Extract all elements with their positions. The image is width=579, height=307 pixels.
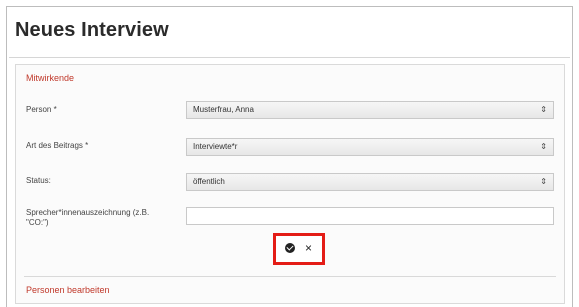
person-label: Person * bbox=[26, 105, 57, 114]
speaker-tag-label: Sprecher*innenauszeichnung (z.B. "CO:") bbox=[26, 208, 150, 227]
status-label: Status: bbox=[26, 176, 51, 185]
confirm-button[interactable] bbox=[285, 243, 295, 256]
contribution-type-select[interactable]: Interviewte*r ⇕ bbox=[186, 138, 554, 156]
person-select[interactable]: Musterfrau, Anna ⇕ bbox=[186, 101, 554, 119]
status-select-value: öffentlich bbox=[193, 177, 225, 186]
page-title: Neues Interview bbox=[15, 19, 169, 41]
cancel-button[interactable]: × bbox=[305, 241, 312, 255]
interview-dialog: Neues Interview Mitwirkende Person * Mus… bbox=[6, 6, 573, 307]
contribution-type-label: Art des Beitrags * bbox=[26, 141, 89, 150]
speaker-tag-input[interactable] bbox=[186, 207, 554, 225]
select-arrows-icon: ⇕ bbox=[540, 177, 547, 186]
contribution-type-value: Interviewte*r bbox=[193, 142, 238, 151]
status-select[interactable]: öffentlich ⇕ bbox=[186, 173, 554, 191]
title-divider bbox=[9, 57, 570, 58]
contributors-panel: Mitwirkende Person * Musterfrau, Anna ⇕ … bbox=[15, 64, 565, 304]
select-arrows-icon: ⇕ bbox=[540, 142, 547, 151]
person-select-value: Musterfrau, Anna bbox=[193, 105, 254, 114]
action-buttons-highlight: × bbox=[273, 233, 325, 265]
check-circle-icon bbox=[285, 243, 295, 253]
section-heading-edit-persons[interactable]: Personen bearbeiten bbox=[26, 285, 110, 295]
section-divider bbox=[24, 276, 556, 277]
section-heading-contributors: Mitwirkende bbox=[26, 73, 75, 83]
select-arrows-icon: ⇕ bbox=[540, 105, 547, 114]
